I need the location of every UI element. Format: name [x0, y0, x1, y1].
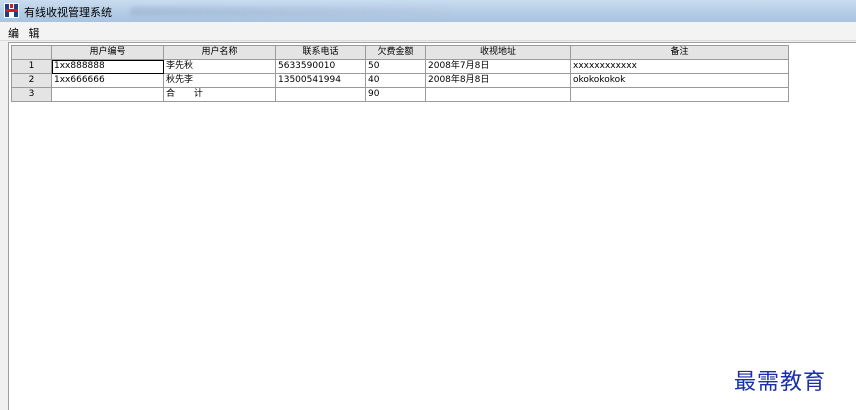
title-bar[interactable]: 有线收视管理系统 [0, 0, 856, 23]
menu-bar: 编 辑 [0, 22, 856, 41]
title-bar-background-glass [130, 7, 450, 16]
menu-edit[interactable]: 编 辑 [8, 25, 43, 41]
cell-remarks[interactable]: xxxxxxxxxxxx [570, 59, 789, 74]
cell-arrears[interactable]: 40 [365, 73, 426, 88]
column-header-remarks[interactable]: 备注 [570, 45, 789, 60]
cell-user-name[interactable]: 秋先李 [163, 73, 276, 88]
table-row: 3 合 计 90 [11, 87, 789, 102]
corner-header-cell[interactable] [11, 45, 52, 60]
cell-phone[interactable]: 5633590010 [275, 59, 366, 74]
row-header-cell[interactable]: 1 [11, 59, 52, 74]
cell-address[interactable]: 2008年8月8日 [425, 73, 571, 88]
data-grid: 用户编号 用户名称 联系电话 欠费金额 收视地址 备注 1 1xx888888 … [11, 45, 789, 102]
cell-user-id[interactable]: 1xx666666 [51, 73, 164, 88]
header-row: 用户编号 用户名称 联系电话 欠费金额 收视地址 备注 [11, 45, 789, 60]
column-header-phone[interactable]: 联系电话 [275, 45, 366, 60]
cell-address[interactable] [425, 87, 571, 102]
column-header-user-name[interactable]: 用户名称 [163, 45, 276, 60]
cell-total-arrears[interactable]: 90 [365, 87, 426, 102]
row-header-cell[interactable]: 2 [11, 73, 52, 88]
window-title: 有线收视管理系统 [24, 6, 112, 19]
cell-remarks[interactable] [570, 87, 789, 102]
cell-arrears[interactable]: 50 [365, 59, 426, 74]
cell-phone[interactable]: 13500541994 [275, 73, 366, 88]
app-logo-icon [4, 3, 19, 18]
grid-area: 用户编号 用户名称 联系电话 欠费金额 收视地址 备注 1 1xx888888 … [8, 42, 856, 410]
cell-user-id[interactable]: 1xx888888 [51, 59, 164, 74]
column-header-arrears[interactable]: 欠费金额 [365, 45, 426, 60]
cell-remarks[interactable]: okokokokok [570, 73, 789, 88]
table-row: 1 1xx888888 李先秋 5633590010 50 2008年7月8日 … [11, 59, 789, 74]
column-header-user-id[interactable]: 用户编号 [51, 45, 164, 60]
column-header-address[interactable]: 收视地址 [425, 45, 571, 60]
row-header-cell[interactable]: 3 [11, 87, 52, 102]
watermark-text: 最需教育 [734, 370, 827, 395]
cell-user-name[interactable]: 李先秋 [163, 59, 276, 74]
cell-address[interactable]: 2008年7月8日 [425, 59, 571, 74]
cell-user-id[interactable] [51, 87, 164, 102]
table-row: 2 1xx666666 秋先李 13500541994 40 2008年8月8日… [11, 73, 789, 88]
cell-phone[interactable] [275, 87, 366, 102]
cell-total-label[interactable]: 合 计 [163, 87, 276, 102]
